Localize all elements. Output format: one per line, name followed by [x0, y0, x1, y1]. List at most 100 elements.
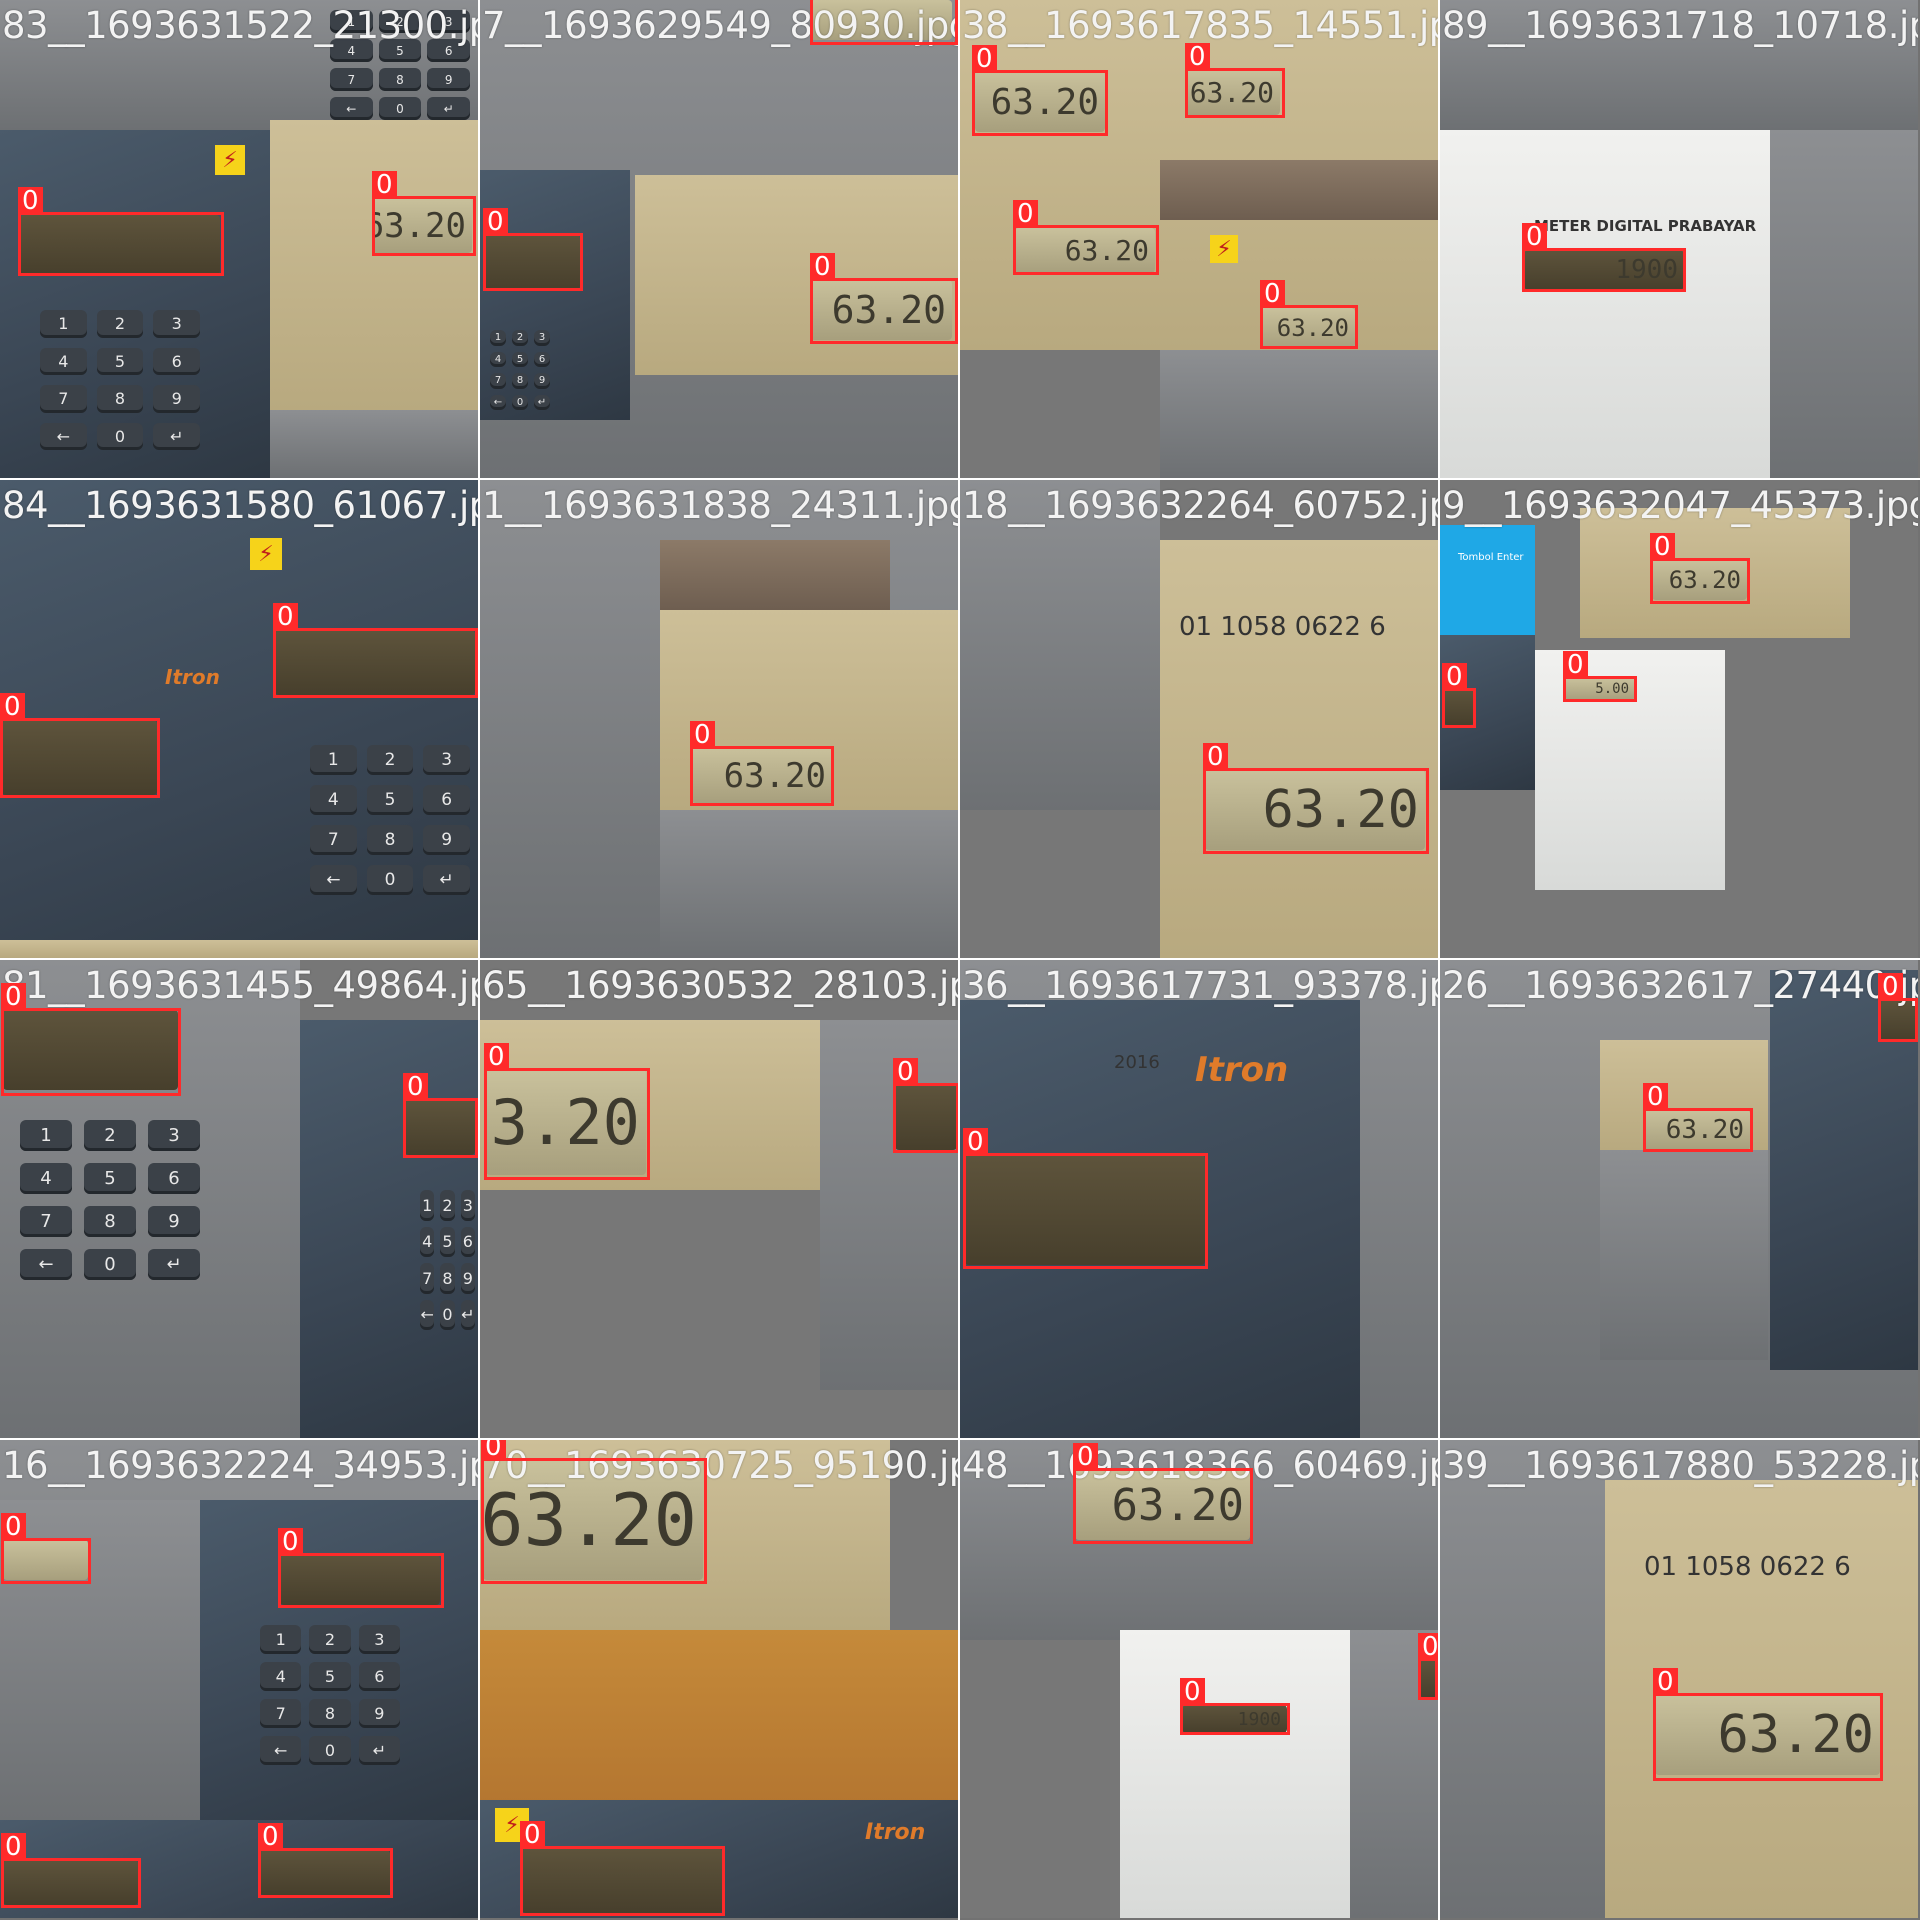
- pln-logo: ⚡: [215, 145, 245, 175]
- tile-filename: 26__1693632617_27440.jpg: [1442, 964, 1918, 1007]
- keypad: 1 2 3 4 5 6 7 8 9 ← 0 ↵: [20, 1120, 200, 1280]
- keypad-key: 8: [96, 385, 144, 413]
- detection-box: 0: [810, 0, 958, 45]
- keypad-key: ←: [310, 865, 357, 895]
- keypad-key: 7: [420, 1263, 435, 1294]
- brand-label: Itron: [1195, 1050, 1289, 1090]
- keypad-key: ↵: [423, 865, 470, 895]
- photo-patch: [1600, 1150, 1768, 1360]
- keypad-key: 7: [310, 825, 357, 855]
- detection-box: 0: [1650, 533, 1750, 604]
- mosaic-tile: 1 2 3 4 5 6 7 8 9 ← 0 ↵ 1 2 3 4 5 6 7 8 9 ← 0 ↵ 0 0 81__1693631455…: [0, 960, 478, 1438]
- keypad-key: 5: [366, 785, 414, 815]
- class-label: 0: [1522, 223, 1547, 251]
- keypad-key: 1: [420, 1190, 435, 1221]
- class-label: 0: [1442, 663, 1467, 691]
- keypad-key: 3: [358, 1625, 400, 1654]
- class-label: 0: [484, 1043, 509, 1071]
- photo-patch: [820, 1020, 958, 1390]
- keypad-key: 4: [20, 1163, 72, 1194]
- tile-divider: [958, 0, 960, 1920]
- keypad-key: 0: [440, 1299, 455, 1330]
- keypad-key: 1: [20, 1120, 72, 1151]
- tile-divider: [478, 0, 480, 1920]
- class-label: 0: [1013, 200, 1038, 228]
- class-label: 0: [403, 1073, 428, 1101]
- keypad-key: 1: [490, 330, 506, 346]
- keypad-key: 6: [460, 1226, 475, 1257]
- photo-patch: [660, 540, 890, 610]
- keypad-key: 1: [40, 310, 87, 338]
- photo-patch: [270, 410, 478, 478]
- keypad-key: 9: [423, 825, 470, 855]
- mosaic-tile: 63.20 1900 0 0 0 48__1693618366_60469.jpg: [960, 1440, 1438, 1918]
- tile-filename: 89__1693631718_10718.jpg: [1442, 4, 1918, 47]
- keypad-key: ↵: [153, 422, 200, 450]
- mosaic-tile: METER DIGITAL PRABAYAR 1900 0 89__169363171…: [1440, 0, 1918, 478]
- photo-patch: [270, 120, 478, 410]
- keypad-key: 3: [460, 1190, 475, 1221]
- keypad-key: 5: [84, 1163, 136, 1194]
- class-label: 0: [1, 983, 26, 1011]
- tile-divider: [0, 478, 1920, 480]
- detection-box: 0: [520, 1821, 725, 1916]
- keypad-key: 5: [512, 351, 528, 367]
- class-label: 0: [1203, 743, 1228, 771]
- detection-box: 0: [481, 1440, 707, 1584]
- tombol-label: Tombol Enter: [1458, 552, 1524, 563]
- class-label: 0: [0, 693, 25, 721]
- mosaic-tile: 63.20123456789←0↵0007__1693629549_80930.…: [480, 0, 958, 478]
- photo-patch: [0, 940, 478, 958]
- detection-box: 0: [1180, 1678, 1290, 1735]
- keypad-key: 9: [153, 385, 200, 413]
- tile-divider: [1438, 0, 1440, 1920]
- pln-logo: ⚡: [250, 538, 282, 570]
- class-label: 0: [690, 721, 715, 749]
- detection-box: 0: [1, 1513, 91, 1584]
- class-label: 0: [520, 1821, 545, 1849]
- class-label: 0: [1260, 280, 1285, 308]
- mosaic-tile: ⚡ Itron 63.20 0 0 70__1693630725_95190.jpg: [480, 1440, 958, 1918]
- detection-box: 0: [372, 171, 476, 256]
- keypad: 1 2 3 4 5 6 7 8 9 ← 0 ↵: [490, 330, 550, 410]
- keypad-key: ↵: [358, 1736, 400, 1765]
- keypad-key: 7: [260, 1699, 302, 1728]
- detection-box: 0: [1442, 663, 1476, 728]
- keypad-key: 0: [366, 865, 414, 895]
- meter-title: METER DIGITAL PRABAYAR: [1534, 217, 1757, 235]
- keypad-key: 8: [512, 373, 528, 389]
- keypad-key: ←: [20, 1249, 72, 1280]
- keypad-key: 3: [534, 330, 550, 346]
- keypad-key: 5: [309, 1662, 351, 1691]
- keypad-key: 4: [420, 1226, 435, 1257]
- class-label: 0: [481, 1440, 506, 1461]
- keypad-key: 9: [427, 68, 470, 91]
- detection-box: 0: [810, 253, 958, 344]
- detection-box: 0: [963, 1128, 1208, 1269]
- detection-box: 0: [893, 1058, 958, 1153]
- keypad-key: 7: [490, 373, 506, 389]
- tile-filename: 83__1693631522_21300.jpg: [2, 4, 478, 47]
- mosaic-tile: 1 2 3 4 5 6 7 8 9 ← 0 ↵ ⚡ Itron 0 0 84__1693631580_61067…: [0, 480, 478, 958]
- class-label: 0: [963, 1128, 988, 1156]
- mosaic-tile: 1 2 3 4 5 6 7 8 9 ← 0 ↵ 0 0 0 0 16__1693632224_34953.jpg: [0, 1440, 478, 1918]
- mosaic-tile: 63.20 63.20 63.20 63.20 ⚡ 0 0 0 0 38__1693617835_…: [960, 0, 1438, 478]
- class-label: 0: [1, 1833, 26, 1861]
- detection-box: 0: [0, 693, 160, 798]
- class-label: 0: [273, 603, 298, 631]
- class-label: 0: [1563, 651, 1588, 679]
- brand-label: Itron: [165, 665, 220, 689]
- keypad-key: 8: [366, 825, 414, 855]
- photo-patch: [635, 175, 958, 375]
- detection-box: 0: [484, 1043, 650, 1180]
- tile-divider: [0, 1438, 1920, 1440]
- detection-box: 0: [1522, 223, 1686, 292]
- photo-patch: [1160, 540, 1438, 958]
- detection-box: 0: [1203, 743, 1429, 854]
- keypad-key: 8: [84, 1206, 136, 1237]
- serial-label: 01 1058 0622 6: [1644, 1552, 1851, 1582]
- mosaic-tile: 63.20 0 0 26__1693632617_27440.jpg: [1440, 960, 1918, 1438]
- keypad-key: 5: [440, 1226, 455, 1257]
- keypad-key: 4: [310, 785, 357, 815]
- detection-box: 0: [1013, 200, 1159, 275]
